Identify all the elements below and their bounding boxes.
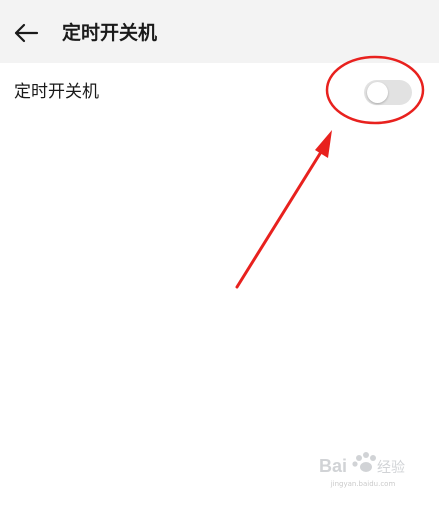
back-arrow-icon [14, 23, 39, 43]
setting-label: 定时开关机 [14, 82, 99, 102]
pointer-arrow-shaft [235, 150, 323, 289]
watermark: Bai 经验 jingyan.baidu.com [317, 448, 409, 496]
svg-text:Bai: Bai [319, 456, 347, 476]
baidu-jingyan-logo: Bai 经验 [319, 452, 405, 476]
watermark-url: jingyan.baidu.com [330, 480, 396, 488]
back-button[interactable] [10, 17, 42, 49]
scheduled-power-toggle[interactable] [364, 80, 412, 105]
setting-row-scheduled-power[interactable]: 定时开关机 [0, 63, 439, 123]
app-header: 定时开关机 [0, 0, 439, 63]
svg-text:经验: 经验 [377, 460, 405, 476]
page-title: 定时开关机 [62, 22, 158, 44]
toggle-knob [367, 82, 388, 103]
pointer-arrow-head [315, 130, 332, 158]
